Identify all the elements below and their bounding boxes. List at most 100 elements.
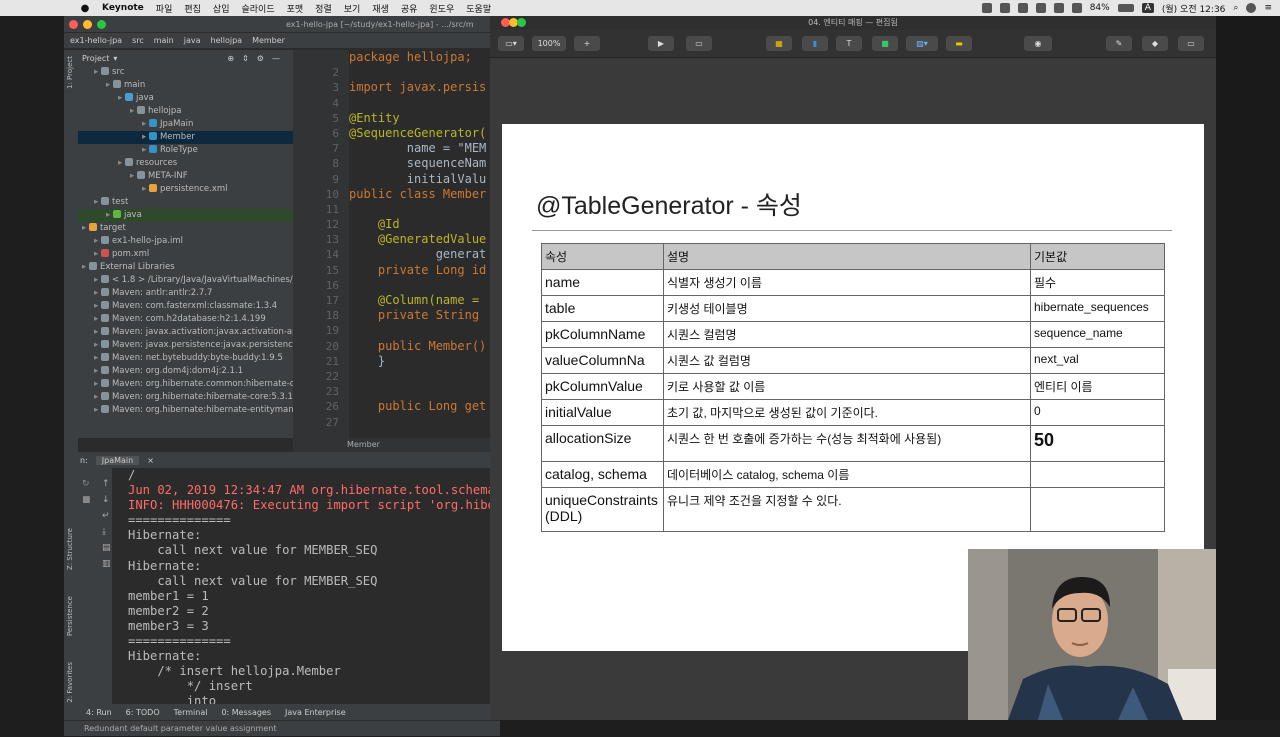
breadcrumb-item[interactable]: java: [184, 36, 201, 45]
menu-item[interactable]: 슬라이드: [241, 2, 274, 15]
code-line[interactable]: name = "MEM: [349, 141, 500, 156]
tree-item[interactable]: ▸ Maven: org.hibernate:hibernate-core:5.…: [78, 391, 293, 404]
bottom-tab[interactable]: Java Enterprise: [285, 708, 346, 717]
battery-icon[interactable]: [1117, 4, 1134, 12]
table-cell[interactable]: pkColumnValue: [541, 373, 664, 400]
table-cell[interactable]: 키로 사용할 값 이름: [663, 373, 1031, 400]
zoom-select[interactable]: 100%: [532, 36, 566, 51]
header-default[interactable]: 기본값: [1030, 243, 1165, 270]
code-line[interactable]: [349, 202, 500, 217]
chevron-right-icon[interactable]: ▸: [142, 184, 149, 194]
breadcrumb-item[interactable]: Member: [252, 36, 285, 45]
chevron-down-icon[interactable]: ▾: [113, 54, 117, 63]
chevron-right-icon[interactable]: ▸: [106, 80, 113, 90]
breadcrumb-item[interactable]: ex1-hello-jpa: [70, 36, 122, 45]
table-cell[interactable]: sequence_name: [1030, 321, 1165, 348]
menu-list-icon[interactable]: ≡: [1264, 3, 1272, 13]
clock[interactable]: (월) 오전 12:36: [1162, 2, 1226, 15]
menu-item[interactable]: 보기: [344, 2, 361, 15]
project-selector[interactable]: Project: [82, 54, 109, 63]
collapse-icon[interactable]: ⇕: [242, 54, 249, 63]
table-cell[interactable]: initialValue: [541, 399, 664, 426]
target-icon[interactable]: ⊕: [227, 54, 234, 63]
comment-icon[interactable]: ▬: [946, 36, 972, 51]
tree-item[interactable]: ▸ External Libraries: [78, 261, 293, 274]
hide-icon[interactable]: —: [272, 54, 280, 63]
chevron-right-icon[interactable]: ▸: [94, 353, 101, 363]
tree-item[interactable]: ▸ Maven: net.bytebuddy:byte-buddy:1.9.5: [78, 352, 293, 365]
add-slide-icon[interactable]: +: [574, 36, 600, 51]
chevron-right-icon[interactable]: ▸: [118, 93, 125, 103]
table-cell[interactable]: 시퀀스 한 번 호출에 증가하는 수(성능 최적화에 사용됨): [663, 425, 1031, 462]
table-cell[interactable]: catalog, schema: [541, 461, 664, 488]
chevron-right-icon[interactable]: ▸: [94, 288, 101, 298]
menu-item[interactable]: 윈도우: [429, 2, 454, 15]
chevron-right-icon[interactable]: ▸: [118, 158, 125, 168]
tree-item[interactable]: ▸ Maven: org.dom4j:dom4j:2.1.1: [78, 365, 293, 378]
code-line[interactable]: [349, 369, 500, 384]
format-icon[interactable]: ✎: [1106, 36, 1132, 51]
menu-item[interactable]: 편집: [184, 2, 201, 15]
minimize-icon[interactable]: [83, 19, 92, 29]
tree-item[interactable]: ▸ pom.xml: [78, 248, 293, 261]
chevron-right-icon[interactable]: ▸: [94, 340, 101, 350]
chart-icon[interactable]: ▮: [802, 36, 828, 51]
play-icon[interactable]: ▶: [648, 36, 674, 51]
table-cell[interactable]: 식별자 생성기 이름: [663, 269, 1031, 296]
slide-title[interactable]: @TableGenerator - 속성: [536, 186, 802, 222]
header-attribute[interactable]: 속성: [541, 243, 664, 270]
table-cell[interactable]: 50: [1030, 425, 1165, 462]
tree-item[interactable]: ▸ Maven: javax.activation:javax.activati…: [78, 326, 293, 339]
table-cell[interactable]: 데이터베이스 catalog, schema 이름: [663, 461, 1031, 488]
tab-jpamain[interactable]: JpaMain: [95, 455, 140, 465]
status-icon[interactable]: [981, 3, 992, 13]
code-line[interactable]: initialValu: [349, 172, 500, 187]
code-line[interactable]: [349, 96, 500, 111]
table-cell[interactable]: 키생성 테이블명: [663, 295, 1031, 322]
tree-item[interactable]: ▸ persistence.xml: [78, 183, 293, 196]
avatar[interactable]: [1246, 3, 1257, 13]
code-line[interactable]: [349, 323, 500, 338]
tree-item[interactable]: ▸ java: [78, 92, 293, 105]
media-icon[interactable]: ▨▾: [906, 36, 938, 51]
console-output[interactable]: / Jun 02, 2019 12:34:47 AM org.hibernate.…: [112, 468, 500, 704]
scroll-down-icon[interactable]: ↓: [102, 492, 111, 508]
tree-item[interactable]: ▸ hellojpa: [78, 105, 293, 118]
chevron-right-icon[interactable]: ▸: [130, 106, 137, 116]
code-line[interactable]: public Member(): [349, 339, 500, 354]
code-line[interactable]: generat: [349, 247, 500, 262]
chevron-right-icon[interactable]: ▸: [94, 405, 101, 415]
tree-item[interactable]: ▸ Maven: com.h2database:h2:1.4.199: [78, 313, 293, 326]
table-cell[interactable]: allocationSize: [541, 425, 664, 462]
tree-item[interactable]: ▸ Maven: javax.persistence:javax.persist…: [78, 339, 293, 352]
zoom-icon[interactable]: [517, 18, 526, 27]
bluetooth-icon[interactable]: [1035, 3, 1046, 13]
battery-percent[interactable]: 84%: [1090, 3, 1110, 13]
tree-item[interactable]: ▸ META-INF: [78, 170, 293, 183]
tree-item[interactable]: ▸ src: [78, 66, 293, 79]
code-line[interactable]: public Long get: [349, 399, 500, 414]
breadcrumb-item[interactable]: src: [132, 36, 144, 45]
chevron-right-icon[interactable]: ▸: [94, 327, 101, 337]
tree-item[interactable]: ▸ RoleType: [78, 144, 293, 157]
table-cell[interactable]: [1030, 461, 1165, 488]
print-icon[interactable]: ▤: [102, 540, 111, 556]
bottom-tab[interactable]: 4: Run: [86, 708, 112, 717]
scroll-end-icon[interactable]: ⤓: [102, 524, 111, 540]
tree-item[interactable]: ▸ java: [78, 209, 293, 222]
code-editor[interactable]: package hellojpa; import javax.persis @Ent…: [349, 50, 500, 438]
breadcrumb-item[interactable]: hellojpa: [211, 36, 243, 45]
chevron-right-icon[interactable]: ▸: [94, 67, 101, 77]
shape-icon[interactable]: ■: [872, 36, 898, 51]
table-cell[interactable]: [1030, 487, 1165, 532]
chevron-right-icon[interactable]: ▸: [94, 366, 101, 376]
bottom-tab[interactable]: 0: Messages: [221, 708, 271, 717]
code-line[interactable]: private Long id: [349, 263, 500, 278]
code-line[interactable]: }: [349, 354, 500, 369]
tab-project[interactable]: 1: Project: [66, 56, 74, 89]
menu-item[interactable]: 재생: [372, 2, 389, 15]
tree-item[interactable]: ▸ resources: [78, 157, 293, 170]
table-cell[interactable]: next_val: [1030, 347, 1165, 374]
chevron-right-icon[interactable]: ▸: [82, 262, 89, 272]
chevron-right-icon[interactable]: ▸: [94, 392, 101, 402]
